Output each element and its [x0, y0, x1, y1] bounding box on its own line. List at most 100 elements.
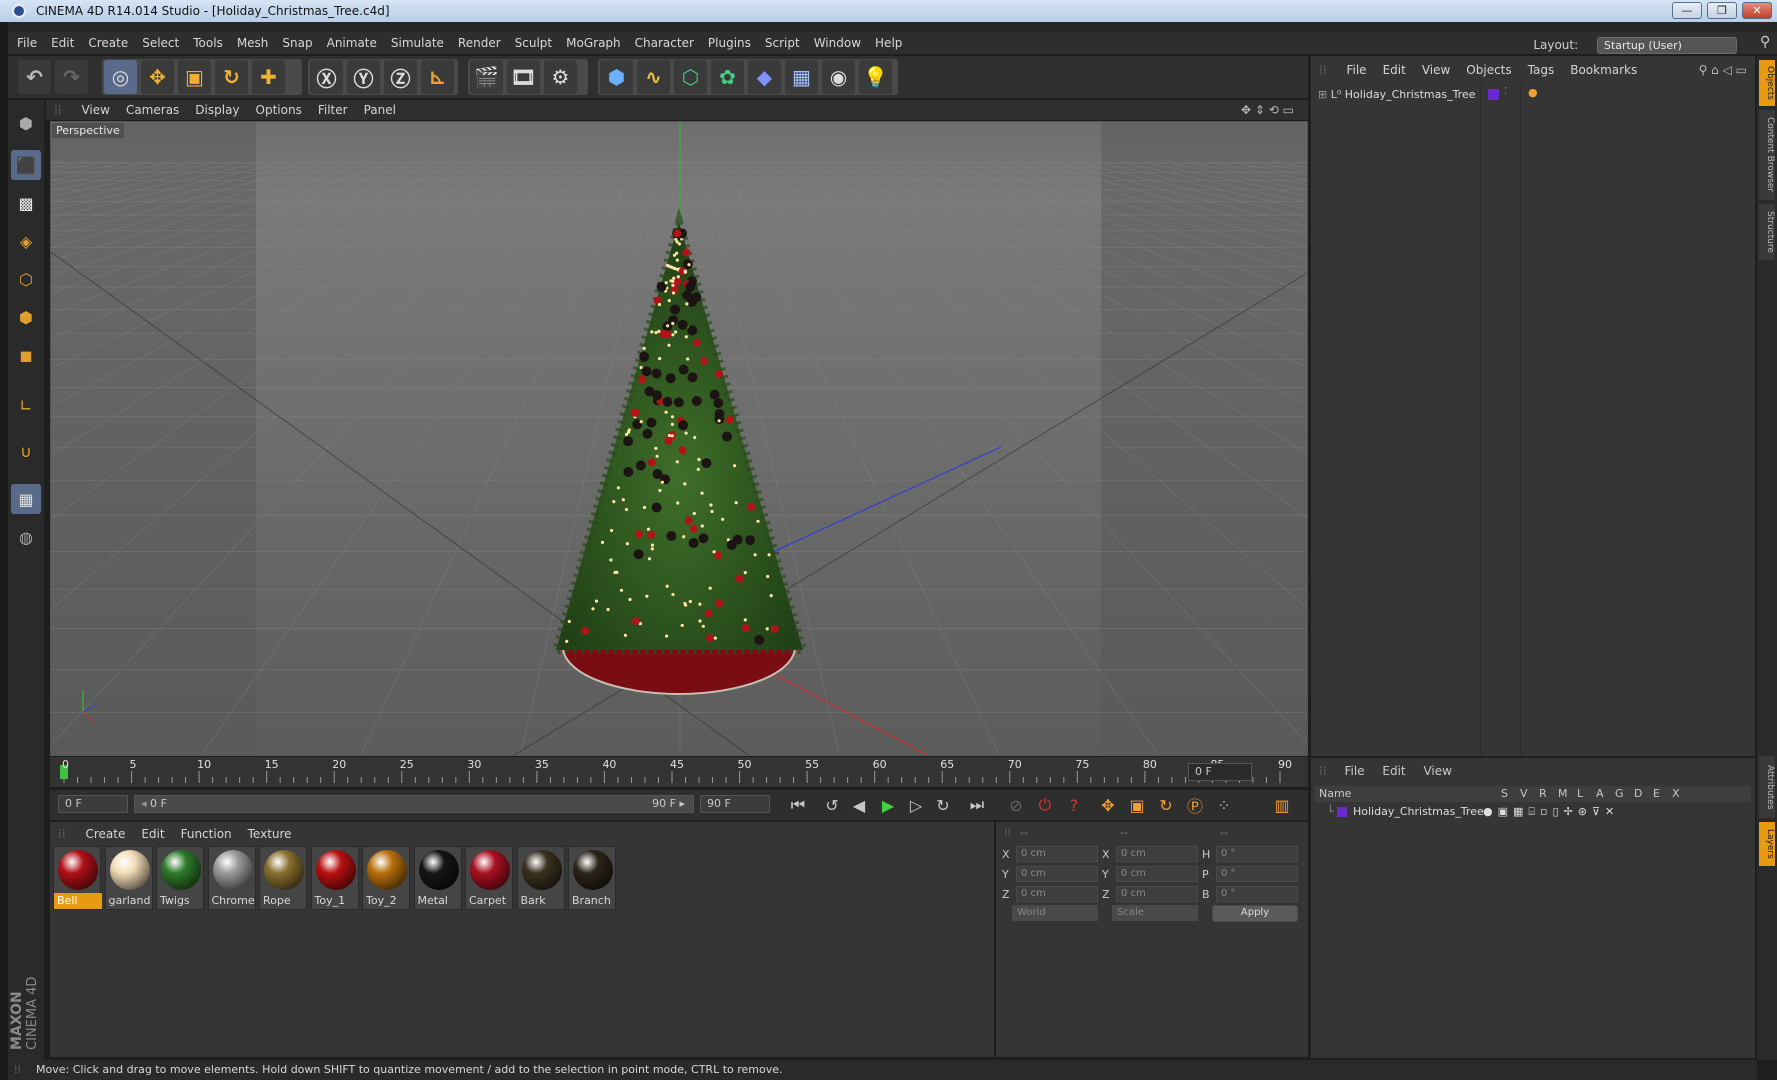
- viewport-menu-display[interactable]: Display: [195, 103, 239, 117]
- end-frame-field[interactable]: 90 F: [700, 795, 770, 813]
- record-pla-icon[interactable]: ⁘: [1212, 793, 1236, 817]
- z-axis-lock-icon[interactable]: Ⓩ: [384, 60, 417, 94]
- coord-value-field[interactable]: 0 °: [1216, 886, 1298, 902]
- points-mode-icon[interactable]: ⬡: [11, 264, 41, 294]
- undo-icon[interactable]: ↶: [18, 60, 51, 94]
- layer-column-d[interactable]: D: [1634, 786, 1642, 802]
- layer-column-v[interactable]: V: [1520, 786, 1528, 802]
- object-name[interactable]: Holiday_Christmas_Tree: [1345, 88, 1476, 101]
- scale-tool-icon[interactable]: ▣: [178, 60, 211, 94]
- material-swatch[interactable]: Bark: [516, 846, 565, 910]
- model-mode-icon[interactable]: ⬛: [11, 150, 41, 180]
- menu-snap[interactable]: Snap: [282, 36, 312, 50]
- record-position-icon[interactable]: ✥: [1096, 793, 1120, 817]
- layer-column-g[interactable]: G: [1615, 786, 1624, 802]
- layer-column-x[interactable]: X: [1672, 786, 1680, 802]
- keyframe-selection-icon[interactable]: ?: [1062, 793, 1086, 817]
- menu-mesh[interactable]: Mesh: [237, 36, 269, 50]
- menu-sculpt[interactable]: Sculpt: [515, 36, 552, 50]
- expand-icon[interactable]: ⊞: [1318, 88, 1327, 101]
- viewport-menu-filter[interactable]: Filter: [318, 103, 348, 117]
- menu-file[interactable]: File: [17, 36, 37, 50]
- menu-edit[interactable]: Edit: [51, 36, 74, 50]
- object-menu-tags[interactable]: Tags: [1528, 63, 1555, 77]
- 3d-viewport[interactable]: [50, 121, 1308, 756]
- current-frame-field[interactable]: 0 F: [1188, 763, 1252, 781]
- viewport-menu-view[interactable]: View: [81, 103, 109, 117]
- minimize-button[interactable]: —: [1672, 2, 1702, 19]
- layer-column-m[interactable]: M: [1558, 786, 1568, 802]
- nurbs-icon[interactable]: ⬡: [674, 60, 707, 94]
- menu-window[interactable]: Window: [814, 36, 861, 50]
- menu-tools[interactable]: Tools: [193, 36, 223, 50]
- viewport-menu-cameras[interactable]: Cameras: [126, 103, 179, 117]
- material-swatch[interactable]: Metal: [413, 846, 462, 910]
- material-menu-texture[interactable]: Texture: [248, 827, 292, 841]
- menu-select[interactable]: Select: [142, 36, 179, 50]
- layer-row[interactable]: └ Holiday_Christmas_Tree ●▣▦⌸▫▯✢⊛⊽✕: [1315, 804, 1751, 820]
- move-tool-icon[interactable]: ✥: [141, 60, 174, 94]
- material-tag-icon[interactable]: ●: [1528, 86, 1538, 99]
- spline-icon[interactable]: ∿: [637, 60, 670, 94]
- camera-icon[interactable]: ◉: [822, 60, 855, 94]
- object-menu-objects[interactable]: Objects: [1466, 63, 1511, 77]
- material-swatch[interactable]: Branch: [568, 846, 616, 910]
- tab-attributes[interactable]: Attributes: [1759, 756, 1775, 818]
- light-icon[interactable]: 💡: [859, 60, 892, 94]
- array-icon[interactable]: ✿: [711, 60, 744, 94]
- tab-objects[interactable]: Objects: [1759, 60, 1775, 106]
- viewport-menu-options[interactable]: Options: [256, 103, 302, 117]
- render-settings-icon[interactable]: ⚙: [544, 60, 577, 94]
- create-tool-icon[interactable]: ✚: [252, 60, 285, 94]
- layer-column-s[interactable]: S: [1501, 786, 1508, 802]
- layer-column-e[interactable]: E: [1653, 786, 1660, 802]
- floor-icon[interactable]: ▦: [785, 60, 818, 94]
- menu-mograph[interactable]: MoGraph: [566, 36, 621, 50]
- coord-value-field[interactable]: 0 cm: [1016, 846, 1098, 862]
- deformer-icon[interactable]: ◆: [748, 60, 781, 94]
- viewport-menu-panel[interactable]: Panel: [364, 103, 396, 117]
- go-to-start-icon[interactable]: ⏮: [786, 793, 810, 817]
- autokey-icon[interactable]: ⏻: [1033, 793, 1057, 817]
- menu-help[interactable]: Help: [875, 36, 902, 50]
- viewport-navigation-icons[interactable]: ✥ ⇕ ⟲ ▭: [1241, 100, 1294, 120]
- visibility-dots-icon[interactable]: ⁚: [1504, 86, 1507, 97]
- tab-content-browser[interactable]: Content Browser: [1759, 110, 1775, 200]
- soft-selection-icon[interactable]: ◍: [11, 522, 41, 552]
- coordinate-system-icon[interactable]: ⊾: [421, 60, 454, 94]
- snap-magnet-icon[interactable]: ∪: [11, 436, 41, 466]
- material-swatch[interactable]: Rope: [259, 846, 307, 910]
- coord-value-field[interactable]: 0 cm: [1016, 866, 1098, 882]
- material-swatch[interactable]: Twigs: [156, 846, 204, 910]
- coord-value-field[interactable]: 0 cm: [1116, 886, 1198, 902]
- object-tree-item[interactable]: ⊞ L⁰ Holiday_Christmas_Tree: [1318, 86, 1476, 104]
- go-to-end-icon[interactable]: ⏭: [965, 793, 989, 817]
- layout-dropdown[interactable]: Startup (User): [1597, 37, 1737, 54]
- layer-column-l[interactable]: L: [1577, 786, 1583, 802]
- edges-mode-icon[interactable]: ⬢: [11, 302, 41, 332]
- object-menu-edit[interactable]: Edit: [1383, 63, 1406, 77]
- timeline-window-icon[interactable]: ▥: [1270, 793, 1294, 817]
- start-frame-field[interactable]: 0 F: [58, 795, 128, 813]
- menu-simulate[interactable]: Simulate: [391, 36, 444, 50]
- record-rotation-icon[interactable]: ↻: [1154, 793, 1178, 817]
- record-keys-icon[interactable]: ⊘: [1004, 793, 1028, 817]
- material-swatch[interactable]: Toy_2: [362, 846, 410, 910]
- record-scale-icon[interactable]: ▣: [1125, 793, 1149, 817]
- frame-range-slider[interactable]: ◂ 0 F 90 F ▸: [134, 795, 694, 813]
- menu-script[interactable]: Script: [765, 36, 800, 50]
- tab-layers[interactable]: Layers: [1759, 822, 1775, 866]
- layer-menu-view[interactable]: View: [1423, 764, 1451, 778]
- object-menu-bookmarks[interactable]: Bookmarks: [1570, 63, 1637, 77]
- previous-key-icon[interactable]: ↺: [820, 793, 844, 817]
- material-swatch[interactable]: Bell: [53, 846, 102, 910]
- menu-plugins[interactable]: Plugins: [708, 36, 751, 50]
- material-swatch[interactable]: Chrome: [207, 846, 256, 910]
- coord-mode-dropdown[interactable]: World: [1012, 905, 1098, 921]
- maximize-button[interactable]: ❐: [1707, 2, 1737, 19]
- redo-icon[interactable]: ↷: [55, 60, 88, 94]
- layer-color-swatch[interactable]: [1488, 89, 1499, 100]
- coord-size-mode-dropdown[interactable]: Scale: [1112, 905, 1198, 921]
- coord-value-field[interactable]: 0 °: [1216, 846, 1298, 862]
- make-editable-icon[interactable]: ⬢: [11, 108, 41, 138]
